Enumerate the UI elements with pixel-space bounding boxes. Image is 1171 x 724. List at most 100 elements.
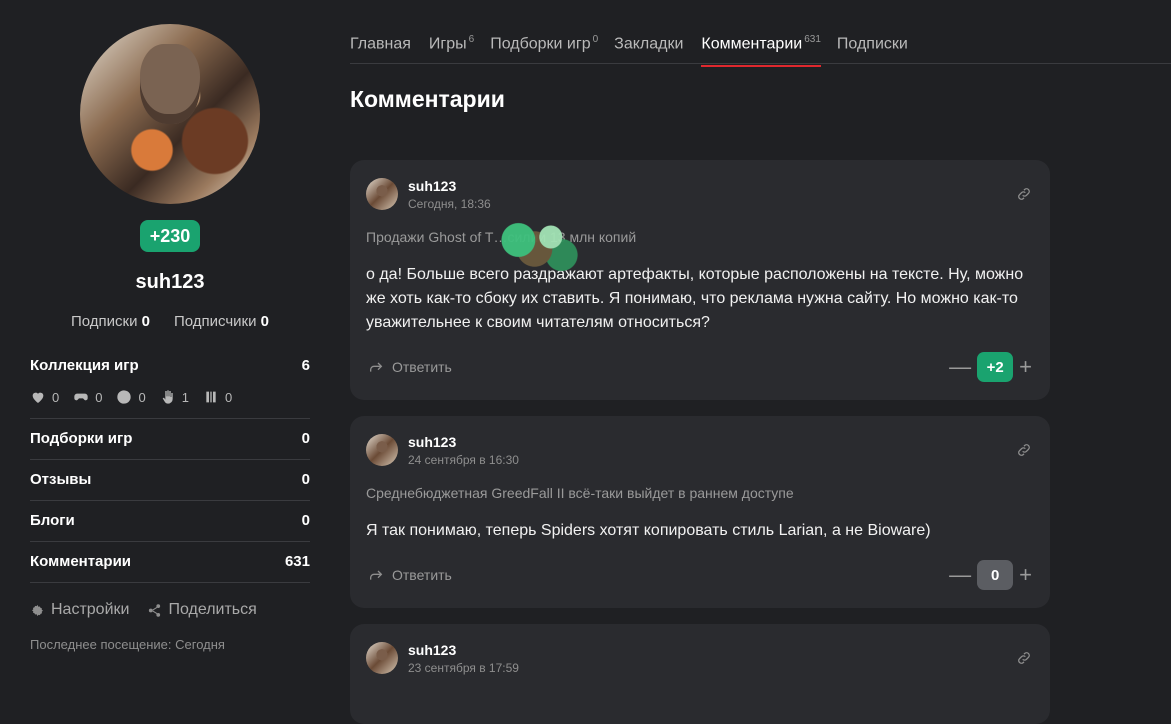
vote-up-button[interactable]: + — [1019, 562, 1032, 588]
clock-icon — [117, 390, 132, 404]
followers-label: Подписчики — [173, 313, 257, 330]
tab-label: Игры — [428, 35, 467, 53]
count-completed: 1 — [181, 389, 189, 405]
profile-username: suh123 — [135, 271, 205, 293]
comment-card: suh123 24 сентября в 16:30 Среднебюджетн… — [350, 416, 1050, 608]
tab-home[interactable]: Главная — [350, 34, 413, 61]
stat-comments[interactable]: Комментарии 631 — [30, 553, 310, 570]
link-icon — [1018, 652, 1030, 664]
comment-username[interactable]: suh123 — [408, 178, 456, 194]
count-favorites: 0 — [52, 389, 60, 405]
copy-link-button[interactable] — [1016, 186, 1032, 202]
stat-game-lists[interactable]: Подборки игр 0 — [30, 430, 310, 447]
comment-username[interactable]: suh123 — [408, 434, 456, 450]
reply-icon — [370, 362, 383, 372]
collection-favorites[interactable]: 0 — [30, 389, 59, 405]
count-paused: 0 — [224, 389, 233, 405]
stat-value: 6 — [301, 357, 310, 374]
count-planned: 0 — [138, 389, 146, 405]
comment-source-link[interactable]: Среднебюджетная GreedFall II всё-таки вы… — [366, 485, 794, 501]
vote-down-button[interactable]: — — [949, 562, 971, 588]
tab-label: Подписки — [836, 35, 908, 53]
collection-paused[interactable]: 0 — [203, 389, 232, 405]
stat-label: Блоги — [30, 512, 75, 529]
collection-planned[interactable]: 0 — [116, 389, 146, 405]
divider — [30, 459, 310, 460]
stat-value: 0 — [301, 471, 310, 488]
stat-label: Подборки игр — [30, 430, 133, 447]
profile-actions: Настройки Поделиться — [30, 601, 257, 619]
follow-stats: Подписки 0 Подписчики 0 — [30, 313, 310, 330]
comment-date: 23 сентября в 17:59 — [408, 661, 519, 675]
tab-game-lists[interactable]: Подборки игр 0 — [490, 34, 598, 61]
link-icon — [1018, 188, 1030, 200]
tab-label: Подборки игр — [490, 35, 591, 53]
subscriptions-count: 0 — [141, 313, 150, 330]
stat-value: 0 — [301, 430, 310, 447]
stat-collection[interactable]: Коллекция игр 6 — [30, 357, 310, 374]
vote-up-button[interactable]: + — [1019, 354, 1032, 380]
comment-username[interactable]: suh123 — [408, 642, 456, 658]
tab-count: 631 — [804, 34, 821, 45]
comment-card: suh123 23 сентября в 17:59 — [350, 624, 1050, 724]
vote-score: +2 — [977, 352, 1014, 382]
divider — [30, 582, 310, 583]
stat-reviews[interactable]: Отзывы 0 — [30, 471, 310, 488]
tab-count: 6 — [468, 34, 475, 45]
rating-badge: +230 — [140, 220, 200, 252]
comment-date: Сегодня, 18:36 — [408, 197, 491, 211]
avatar[interactable] — [80, 24, 260, 204]
pause-icon — [206, 391, 216, 403]
settings-button[interactable]: Настройки — [30, 601, 129, 619]
stat-blogs[interactable]: Блоги 0 — [30, 512, 310, 529]
followers-count: 0 — [260, 313, 270, 330]
share-button[interactable]: Поделиться — [147, 601, 257, 619]
stat-value: 0 — [301, 512, 310, 529]
divider — [30, 541, 310, 542]
tab-subscriptions[interactable]: Подписки — [837, 34, 910, 61]
divider — [30, 500, 310, 501]
stat-value: 631 — [284, 553, 310, 570]
tabs-divider — [350, 63, 1171, 64]
copy-link-button[interactable] — [1016, 442, 1032, 458]
vote-down-button[interactable]: — — [949, 354, 971, 380]
share-icon — [149, 603, 161, 617]
stat-label: Комментарии — [30, 553, 132, 570]
link-icon — [1018, 444, 1030, 456]
followers-link[interactable]: Подписчики 0 — [174, 313, 269, 330]
collection-playing[interactable]: 0 — [73, 389, 102, 405]
avatar[interactable] — [366, 434, 398, 466]
reply-label: Ответить — [392, 567, 452, 583]
vote-control: — +2 + — [949, 352, 1032, 382]
vote-score: 0 — [977, 560, 1014, 590]
comment-card: suh123 Сегодня, 18:36 Продажи Ghost of T… — [350, 160, 1050, 400]
vote-control: — 0 + — [949, 560, 1032, 590]
tab-label: Закладки — [614, 35, 684, 53]
reply-button[interactable]: Ответить — [368, 359, 452, 375]
collection-icons: 0 0 0 1 0 — [30, 389, 232, 405]
heart-icon — [32, 392, 44, 403]
comment-date: 24 сентября в 16:30 — [408, 453, 519, 467]
tab-comments[interactable]: Комментарии 631 — [701, 34, 822, 68]
subscriptions-link[interactable]: Подписки 0 — [71, 313, 150, 330]
reply-label: Ответить — [392, 359, 452, 375]
stat-label: Коллекция игр — [30, 357, 139, 374]
gear-icon — [31, 604, 44, 616]
avatar[interactable] — [366, 642, 398, 674]
tab-bookmarks[interactable]: Закладки — [614, 34, 685, 61]
last-visit: Последнее посещение: Сегодня — [30, 637, 225, 652]
subscriptions-label: Подписки — [70, 313, 138, 330]
comment-text: Я так понимаю, теперь Spiders хотят копи… — [366, 522, 931, 539]
avatar[interactable] — [366, 178, 398, 210]
reply-button[interactable]: Ответить — [368, 567, 452, 583]
avatar-mask-figure — [140, 44, 200, 124]
tab-games[interactable]: Игры 6 — [429, 34, 474, 61]
divider — [30, 418, 310, 419]
profile-tabs: Главная Игры 6 Подборки игр 0 Закладки Ком… — [350, 34, 910, 68]
collection-completed[interactable]: 1 — [160, 389, 189, 405]
copy-link-button[interactable] — [1016, 650, 1032, 666]
hand-icon — [162, 390, 173, 404]
page-title: Комментарии — [350, 86, 505, 112]
stat-label: Отзывы — [30, 471, 92, 488]
tab-label: Комментарии — [701, 35, 803, 53]
